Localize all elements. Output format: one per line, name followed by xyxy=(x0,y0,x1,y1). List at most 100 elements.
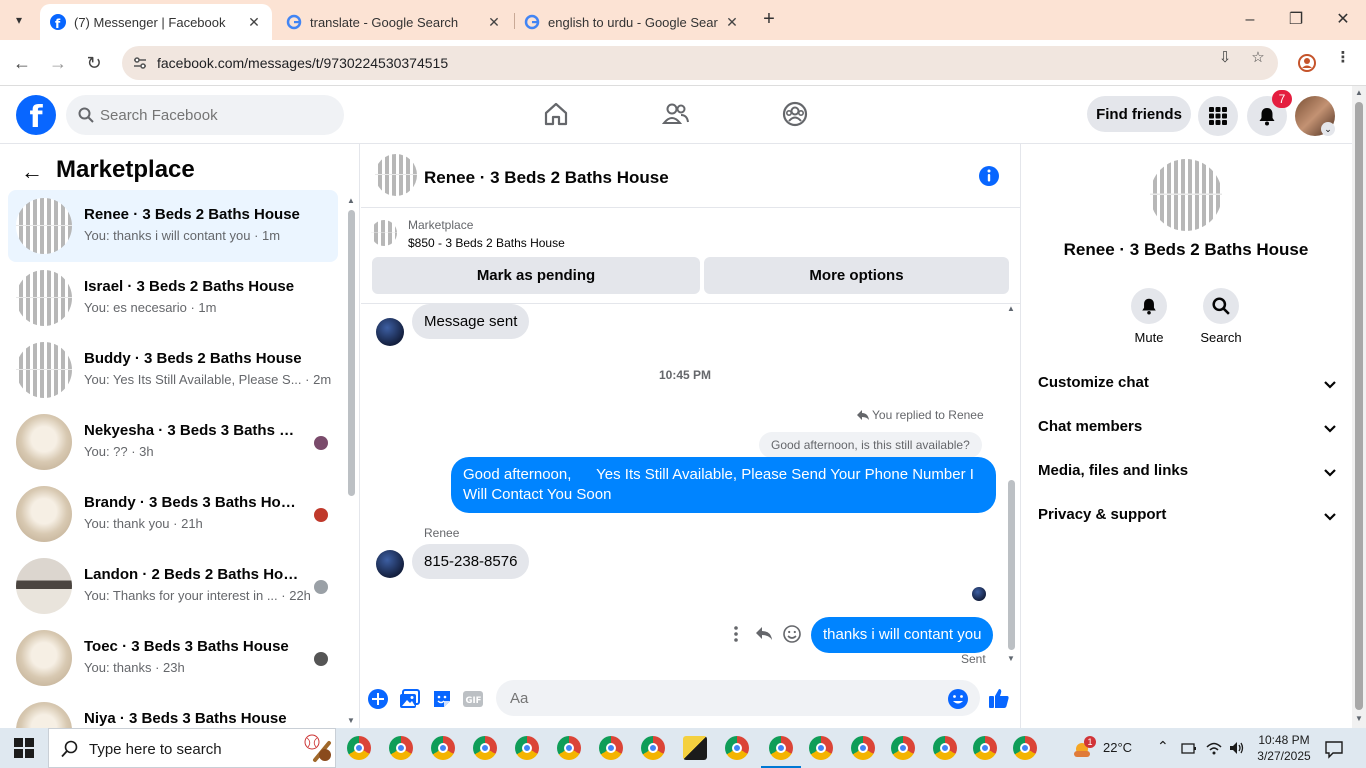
sticky-notes-icon[interactable] xyxy=(683,736,707,760)
chrome-app-icon[interactable] xyxy=(347,736,371,760)
reload-icon[interactable]: ↻ xyxy=(82,51,106,75)
chrome-app-icon[interactable] xyxy=(933,736,957,760)
photo-icon[interactable] xyxy=(399,688,421,710)
sender-avatar[interactable] xyxy=(376,318,404,346)
profile-icon[interactable] xyxy=(1298,54,1316,72)
mark-as-pending-button[interactable]: Mark as pending xyxy=(372,257,700,294)
chrome-app-icon[interactable] xyxy=(809,736,833,760)
conversation-item[interactable]: Brandy · 3 Beds 3 Baths House You: thank … xyxy=(8,478,338,550)
thumbs-up-icon[interactable] xyxy=(987,686,1011,710)
chat-title[interactable]: Renee · 3 Beds 2 Baths House xyxy=(424,168,669,188)
minimize-icon[interactable]: – xyxy=(1238,8,1262,32)
volume-icon[interactable] xyxy=(1228,739,1246,757)
listing-price[interactable]: $850 - 3 Beds 2 Baths House xyxy=(408,236,565,250)
scroll-up-icon[interactable]: ▲ xyxy=(1352,88,1366,97)
media-files-links-section[interactable]: Media, files and links xyxy=(1030,452,1340,492)
conversation-item[interactable]: Nekyesha · 3 Beds 3 Baths Ho... You: ?? ·… xyxy=(8,406,338,478)
more-options-button[interactable]: More options xyxy=(704,257,1009,294)
chrome-app-icon[interactable] xyxy=(641,736,665,760)
scrollbar-thumb[interactable] xyxy=(1008,480,1015,650)
page-scrollbar[interactable]: ▲ ▼ xyxy=(1352,86,1366,728)
scroll-up-icon[interactable]: ▲ xyxy=(1006,304,1016,313)
conversation-item[interactable]: Buddy · 3 Beds 2 Baths House You: Yes Its… xyxy=(8,334,338,406)
message-bubble-outgoing[interactable]: Good afternoon, Yes Its Still Available,… xyxy=(451,457,996,513)
new-tab-button[interactable]: + xyxy=(758,9,780,31)
reply-icon[interactable] xyxy=(754,624,774,644)
forward-icon[interactable]: → xyxy=(46,51,70,75)
conversation-item[interactable]: Niya · 3 Beds 3 Baths House xyxy=(8,694,338,728)
close-tab-icon[interactable]: ✕ xyxy=(724,14,740,31)
more-actions-icon[interactable] xyxy=(726,624,746,644)
message-bubble-incoming[interactable]: 815-238-8576 xyxy=(412,544,530,579)
add-attachment-icon[interactable] xyxy=(367,688,389,710)
wifi-icon[interactable] xyxy=(1205,739,1223,757)
show-hidden-icons-icon[interactable]: ⌃ xyxy=(1157,738,1169,755)
home-icon[interactable] xyxy=(542,100,570,128)
chrome-app-icon[interactable] xyxy=(725,736,749,760)
scroll-up-icon[interactable]: ▲ xyxy=(346,196,356,205)
thread-scrollbar[interactable]: ▲ ▼ xyxy=(1006,304,1016,664)
gif-icon[interactable]: GIF xyxy=(462,688,484,710)
chrome-app-icon[interactable] xyxy=(389,736,413,760)
chrome-app-icon[interactable] xyxy=(599,736,623,760)
tab-messenger[interactable]: f (7) Messenger | Facebook ✕ xyxy=(40,4,272,40)
taskbar-clock[interactable]: 10:48 PM 3/27/2025 xyxy=(1254,732,1314,764)
mute-circle[interactable] xyxy=(1131,288,1167,324)
scrollbar-thumb[interactable] xyxy=(1355,102,1363,710)
emoji-icon[interactable] xyxy=(947,688,969,710)
back-icon[interactable]: ← xyxy=(10,51,34,75)
chrome-app-icon[interactable] xyxy=(891,736,915,760)
windows-start-icon[interactable] xyxy=(14,738,34,758)
conversation-item[interactable]: Israel · 3 Beds 2 Baths House You: es nec… xyxy=(8,262,338,334)
scroll-down-icon[interactable]: ▼ xyxy=(346,716,356,725)
install-app-icon[interactable]: ⇩ xyxy=(1216,49,1234,67)
chrome-app-icon[interactable] xyxy=(851,736,875,760)
scrollbar-thumb[interactable] xyxy=(348,210,355,496)
facebook-logo[interactable]: f xyxy=(16,95,56,135)
chrome-app-icon[interactable] xyxy=(431,736,455,760)
notification-center-icon[interactable] xyxy=(1324,739,1344,759)
sticker-icon[interactable] xyxy=(431,688,453,710)
message-bubble-outgoing[interactable]: thanks i will contant you xyxy=(811,617,994,653)
friends-icon[interactable] xyxy=(662,100,690,128)
scroll-down-icon[interactable]: ▼ xyxy=(1006,654,1016,663)
chrome-app-icon[interactable] xyxy=(557,736,581,760)
back-arrow-icon[interactable]: ← xyxy=(20,160,44,184)
conversation-item[interactable]: Toec · 3 Beds 3 Baths House You: thanks ·… xyxy=(8,622,338,694)
conversation-item[interactable]: Renee · 3 Beds 2 Baths House You: thanks … xyxy=(8,190,338,262)
close-window-icon[interactable]: ✕ xyxy=(1331,8,1355,32)
tab-english-to-urdu[interactable]: english to urdu - Google Search ✕ xyxy=(514,4,750,40)
message-input[interactable] xyxy=(496,680,980,716)
search-circle[interactable] xyxy=(1203,288,1239,324)
menu-grid-button[interactable] xyxy=(1198,96,1238,136)
tab-search-dropdown[interactable]: ▾ xyxy=(8,9,30,31)
sender-avatar[interactable] xyxy=(376,550,404,578)
find-friends-button[interactable]: Find friends xyxy=(1087,96,1191,132)
battery-network-icon[interactable] xyxy=(1180,739,1198,757)
account-chevron-icon[interactable]: ⌄ xyxy=(1321,122,1335,136)
chrome-app-icon[interactable] xyxy=(473,736,497,760)
bookmark-star-icon[interactable]: ☆ xyxy=(1249,49,1267,67)
info-icon[interactable] xyxy=(978,165,1000,187)
facebook-search[interactable] xyxy=(66,95,344,135)
tab-translate[interactable]: translate - Google Search ✕ xyxy=(276,4,512,40)
message-bubble-incoming[interactable]: Message sent xyxy=(412,304,530,339)
privacy-support-section[interactable]: Privacy & support xyxy=(1030,496,1340,536)
quoted-message[interactable]: Good afternoon, is this still available? xyxy=(759,432,982,458)
customize-chat-section[interactable]: Customize chat xyxy=(1030,364,1340,404)
chat-members-section[interactable]: Chat members xyxy=(1030,408,1340,448)
chrome-app-icon[interactable] xyxy=(515,736,539,760)
browser-menu-icon[interactable]: ⋮ xyxy=(1334,49,1352,67)
chrome-app-icon[interactable] xyxy=(973,736,997,760)
search-in-chat-button[interactable]: Search xyxy=(1191,288,1251,345)
site-settings-icon[interactable] xyxy=(132,55,148,71)
conversation-item[interactable]: Landon · 2 Beds 2 Baths House You: Thanks… xyxy=(8,550,338,622)
facebook-search-input[interactable] xyxy=(100,95,340,135)
maximize-icon[interactable]: ❐ xyxy=(1284,8,1308,32)
chat-avatar[interactable] xyxy=(375,154,417,196)
chrome-app-icon[interactable] xyxy=(1013,736,1037,760)
listing-thumbnail[interactable] xyxy=(371,220,397,246)
taskbar-search[interactable]: Type here to search xyxy=(48,728,336,768)
omnibox[interactable]: facebook.com/messages/t/9730224530374515 xyxy=(122,46,1278,80)
close-tab-icon[interactable]: ✕ xyxy=(486,14,502,31)
